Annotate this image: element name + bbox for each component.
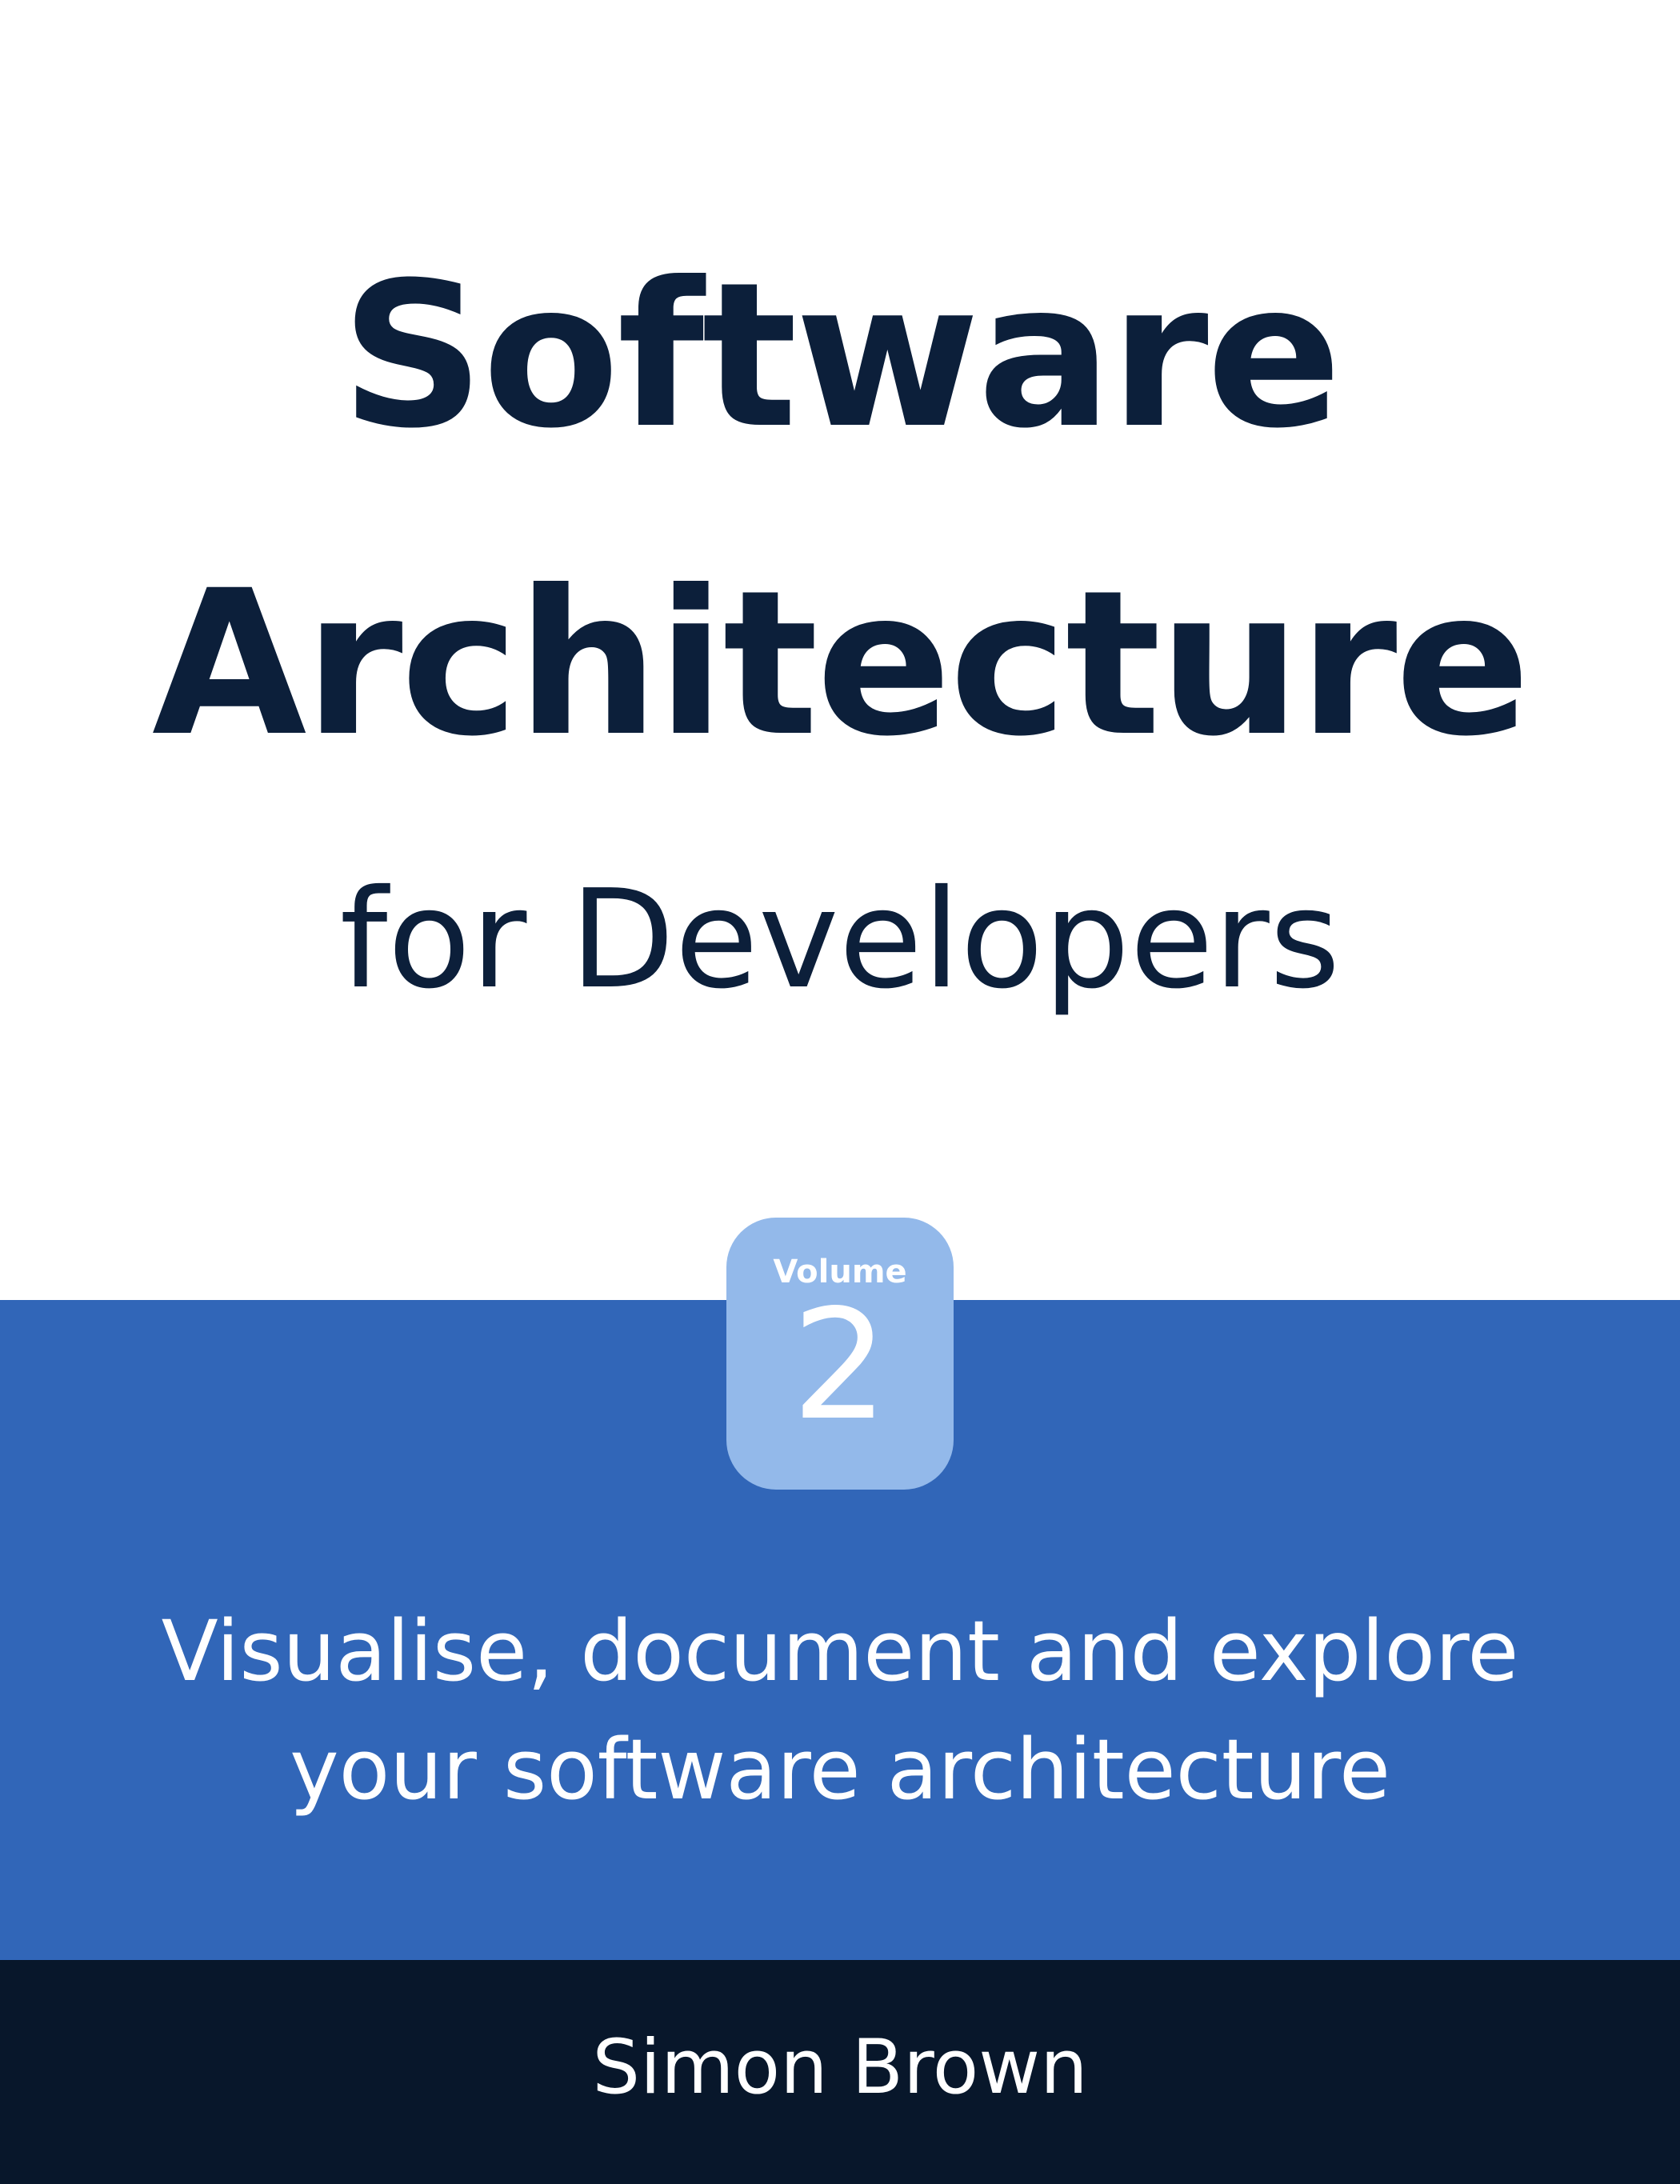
tagline-line-1: Visualise, document and explore	[161, 1602, 1519, 1700]
tagline-line-2: your software architecture	[290, 1721, 1390, 1818]
subtitle: for Developers	[339, 861, 1341, 1019]
title-line-architecture: Architecture	[151, 547, 1530, 780]
volume-badge: Volume 2	[726, 1218, 954, 1490]
author-name: Simon Brown	[592, 2024, 1088, 2111]
title-line-software: Software	[340, 239, 1342, 472]
volume-number: 2	[791, 1277, 889, 1454]
author-bar: Simon Brown	[0, 1960, 1680, 2184]
